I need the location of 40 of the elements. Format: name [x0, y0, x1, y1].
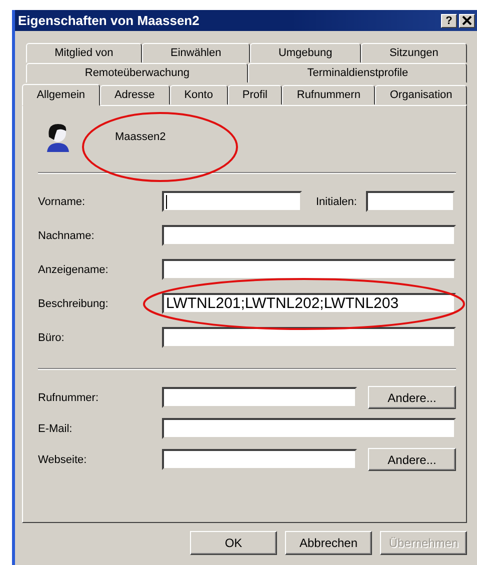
field-label: Büro:	[38, 332, 66, 344]
field-label: Nachname:	[38, 230, 96, 242]
field-label: E-Mail:	[38, 422, 74, 434]
text-field[interactable]	[162, 418, 456, 439]
tab[interactable]: Remoteüberwachung	[26, 63, 248, 83]
text-field[interactable]	[162, 191, 302, 212]
tab[interactable]: Profil	[228, 85, 282, 105]
user-name: Maassen2	[115, 131, 166, 143]
field-label: Vorname:	[38, 196, 86, 208]
text-field[interactable]	[162, 225, 456, 246]
field-label: Initialen:	[316, 196, 358, 208]
field-label: Beschreibung:	[38, 298, 110, 310]
dialog-button[interactable]: Abbrechen	[285, 531, 372, 555]
tab[interactable]: Mitglied von	[26, 43, 142, 63]
other-button[interactable]: Andere...	[368, 386, 456, 409]
text-field[interactable]	[162, 449, 357, 470]
field-label: Anzeigename:	[38, 264, 110, 276]
tab[interactable]: Sitzungen	[360, 43, 467, 63]
window-title: Eigenschaften von Maassen2	[18, 13, 200, 28]
tab[interactable]: Rufnummern	[282, 85, 376, 105]
close-button[interactable]	[459, 14, 475, 28]
tab[interactable]: Einwählen	[142, 43, 250, 63]
help-button[interactable]: ?	[441, 14, 457, 28]
tab[interactable]: Umgebung	[250, 43, 361, 63]
text-field[interactable]	[162, 259, 456, 280]
text-field[interactable]	[162, 327, 456, 348]
tab[interactable]: Terminaldienstprofile	[248, 63, 467, 83]
text-field[interactable]	[162, 387, 357, 408]
text-field[interactable]: LWTNL201;LWTNL202;LWTNL203	[162, 293, 456, 314]
field-label: Rufnummer:	[38, 392, 100, 404]
tab[interactable]: Allgemein	[22, 84, 100, 106]
other-button[interactable]: Andere...	[368, 448, 456, 471]
tab[interactable]: Adresse	[100, 85, 170, 105]
close-icon	[462, 16, 472, 25]
user-icon	[45, 122, 71, 152]
dialog-button[interactable]: OK	[190, 531, 277, 555]
text-field[interactable]	[366, 191, 455, 212]
tab[interactable]: Organisation	[375, 85, 467, 105]
field-label: Webseite:	[38, 454, 88, 466]
tab[interactable]: Konto	[170, 85, 228, 105]
